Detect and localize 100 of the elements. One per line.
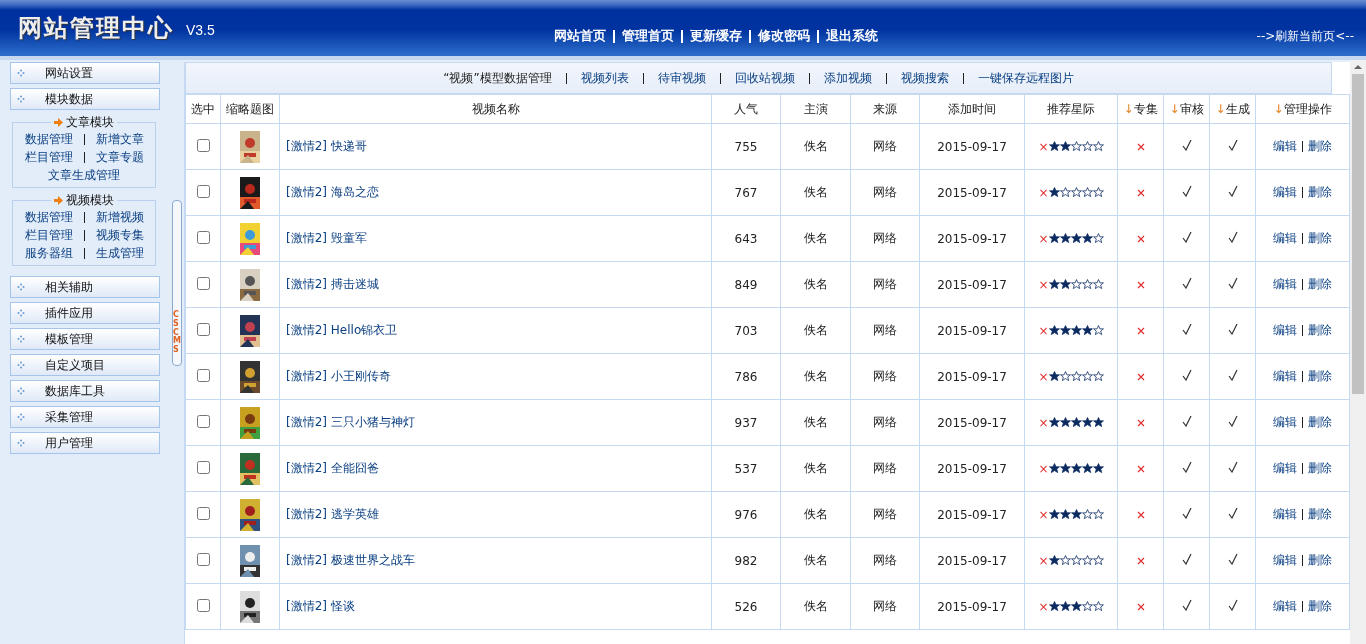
toolbar-link[interactable]: 待审视频 — [657, 69, 706, 87]
module-link[interactable]: 数据管理 — [24, 130, 73, 148]
row-checkbox[interactable] — [196, 506, 210, 520]
nav-link[interactable]: 网站首页 — [553, 27, 606, 45]
row-checkbox[interactable] — [196, 138, 210, 152]
row-checkbox[interactable] — [196, 184, 210, 198]
edit-link[interactable]: 编辑 — [1273, 231, 1297, 245]
nav-link[interactable]: 更新缓存 — [689, 27, 742, 45]
star-rating[interactable] — [1048, 185, 1104, 200]
row-checkbox[interactable] — [196, 460, 210, 474]
sidebar-item[interactable]: 模板管理 — [10, 328, 160, 350]
toolbar-link[interactable]: 视频搜索 — [900, 69, 949, 87]
row-checkbox[interactable] — [196, 276, 210, 290]
module-link[interactable]: 新增文章 — [95, 130, 144, 148]
module-link[interactable]: 栏目管理 — [24, 226, 73, 244]
delete-link[interactable]: 删除 — [1308, 461, 1332, 475]
edit-link[interactable]: 编辑 — [1273, 415, 1297, 429]
video-title-link[interactable]: [激情2] 小王刚传奇 — [286, 369, 391, 383]
edit-link[interactable]: 编辑 — [1273, 185, 1297, 199]
star-rating[interactable] — [1048, 139, 1104, 154]
edit-link[interactable]: 编辑 — [1273, 369, 1297, 383]
sidebar-item[interactable]: 模块数据 — [10, 88, 160, 110]
sidebar-item[interactable]: 数据库工具 — [10, 380, 160, 402]
star-rating[interactable] — [1048, 323, 1104, 338]
delete-link[interactable]: 删除 — [1308, 323, 1332, 337]
delete-link[interactable]: 删除 — [1308, 599, 1332, 613]
module-link[interactable]: 文章专题 — [95, 148, 144, 166]
edit-link[interactable]: 编辑 — [1273, 323, 1297, 337]
clear-rating-link[interactable]: × — [1038, 277, 1049, 292]
star-rating[interactable] — [1048, 277, 1104, 292]
edit-link[interactable]: 编辑 — [1273, 599, 1297, 613]
sidebar-item[interactable]: 采集管理 — [10, 406, 160, 428]
video-title-link[interactable]: [激情2] 海岛之恋 — [286, 185, 379, 199]
star-rating[interactable] — [1048, 415, 1104, 430]
edit-link[interactable]: 编辑 — [1273, 507, 1297, 521]
sidebar-item[interactable]: 网站设置 — [10, 62, 160, 84]
module-link[interactable]: 栏目管理 — [24, 148, 73, 166]
clear-rating-link[interactable]: × — [1038, 507, 1049, 522]
row-checkbox[interactable] — [196, 552, 210, 566]
row-checkbox[interactable] — [196, 598, 210, 612]
clear-rating-link[interactable]: × — [1038, 323, 1049, 338]
star-rating[interactable] — [1048, 599, 1104, 614]
video-title-link[interactable]: [激情2] 毁童军 — [286, 231, 367, 245]
video-title-link[interactable]: [激情2] 极速世界之战车 — [286, 553, 415, 567]
video-title-link[interactable]: [激情2] 三只小猪与神灯 — [286, 415, 415, 429]
clear-rating-link[interactable]: × — [1038, 369, 1049, 384]
star-rating[interactable] — [1048, 369, 1104, 384]
video-title-link[interactable]: [激情2] Hello锦衣卫 — [286, 323, 398, 337]
sidebar-item[interactable]: 相关辅助 — [10, 276, 160, 298]
toolbar-link[interactable]: 视频列表 — [580, 69, 629, 87]
video-title-link[interactable]: [激情2] 逃学英雄 — [286, 507, 379, 521]
video-title-link[interactable]: [激情2] 快递哥 — [286, 139, 367, 153]
clear-rating-link[interactable]: × — [1038, 415, 1049, 430]
video-title-link[interactable]: [激情2] 怪谈 — [286, 599, 355, 613]
delete-link[interactable]: 删除 — [1308, 369, 1332, 383]
row-checkbox[interactable] — [196, 414, 210, 428]
delete-link[interactable]: 删除 — [1308, 185, 1332, 199]
edit-link[interactable]: 编辑 — [1273, 553, 1297, 567]
star-rating[interactable] — [1048, 553, 1104, 568]
module-link[interactable]: 新增视频 — [95, 208, 144, 226]
scrollbar[interactable] — [1350, 60, 1366, 644]
module-link[interactable]: 视频专集 — [95, 226, 144, 244]
clear-rating-link[interactable]: × — [1038, 553, 1049, 568]
delete-link[interactable]: 删除 — [1308, 231, 1332, 245]
delete-link[interactable]: 删除 — [1308, 507, 1332, 521]
module-link[interactable]: 服务器组 — [24, 244, 73, 262]
edit-link[interactable]: 编辑 — [1273, 461, 1297, 475]
nav-link[interactable]: 修改密码 — [757, 27, 810, 45]
sidebar-item[interactable]: 自定义项目 — [10, 354, 160, 376]
clear-rating-link[interactable]: × — [1038, 139, 1049, 154]
module-link[interactable]: 数据管理 — [24, 208, 73, 226]
delete-link[interactable]: 删除 — [1308, 277, 1332, 291]
star-rating[interactable] — [1048, 507, 1104, 522]
row-checkbox[interactable] — [196, 230, 210, 244]
delete-link[interactable]: 删除 — [1308, 139, 1332, 153]
delete-link[interactable]: 删除 — [1308, 415, 1332, 429]
clear-rating-link[interactable]: × — [1038, 231, 1049, 246]
edit-link[interactable]: 编辑 — [1273, 277, 1297, 291]
clear-rating-link[interactable]: × — [1038, 185, 1049, 200]
edit-link[interactable]: 编辑 — [1273, 139, 1297, 153]
sidebar-item[interactable]: 用户管理 — [10, 432, 160, 454]
scroll-thumb[interactable] — [1352, 74, 1364, 394]
clear-rating-link[interactable]: × — [1038, 599, 1049, 614]
video-title-link[interactable]: [激情2] 搏击迷城 — [286, 277, 379, 291]
sidebar-item[interactable]: 插件应用 — [10, 302, 160, 324]
star-rating[interactable] — [1048, 461, 1104, 476]
video-title-link[interactable]: [激情2] 全能囧爸 — [286, 461, 379, 475]
toolbar-link[interactable]: 添加视频 — [823, 69, 872, 87]
nav-link[interactable]: 退出系统 — [825, 27, 878, 45]
delete-link[interactable]: 删除 — [1308, 553, 1332, 567]
refresh-link[interactable]: -->刷新当前页<-- — [1256, 27, 1354, 45]
row-checkbox[interactable] — [196, 322, 210, 336]
star-rating[interactable] — [1048, 231, 1104, 246]
toolbar-link[interactable]: 一键保存远程图片 — [977, 69, 1074, 87]
module-link[interactable]: 生成管理 — [95, 244, 144, 262]
nav-link[interactable]: 管理首页 — [621, 27, 674, 45]
row-checkbox[interactable] — [196, 368, 210, 382]
module-link[interactable]: 文章生成管理 — [48, 166, 120, 184]
toolbar-link[interactable]: 回收站视频 — [734, 69, 795, 87]
clear-rating-link[interactable]: × — [1038, 461, 1049, 476]
